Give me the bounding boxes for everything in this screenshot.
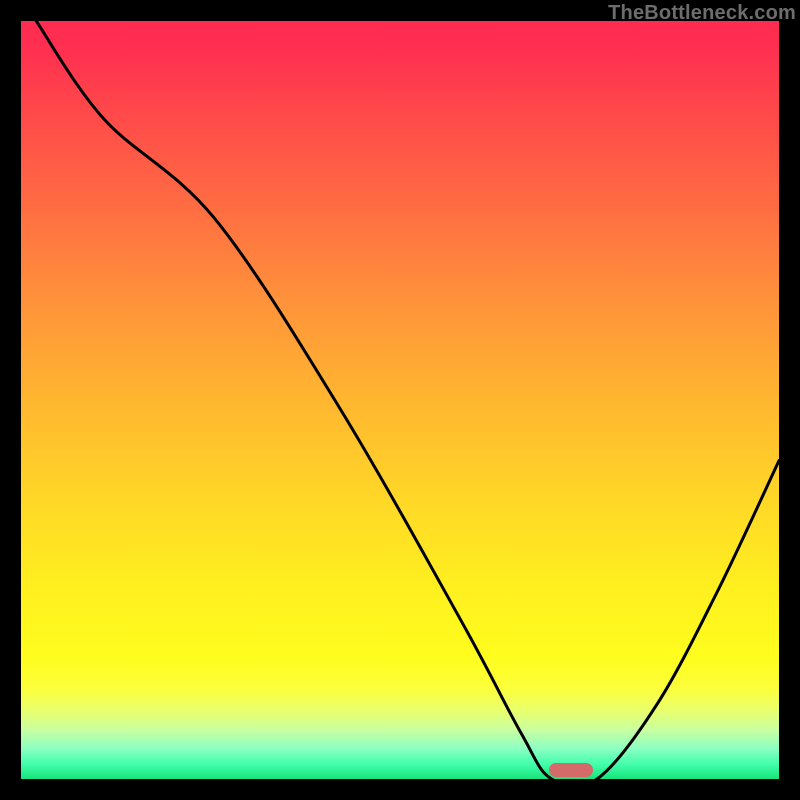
- chart-curve-svg: [21, 21, 779, 779]
- bottleneck-curve-path: [36, 21, 779, 787]
- watermark-text: TheBottleneck.com: [608, 2, 796, 25]
- optimal-range-marker: [549, 763, 593, 777]
